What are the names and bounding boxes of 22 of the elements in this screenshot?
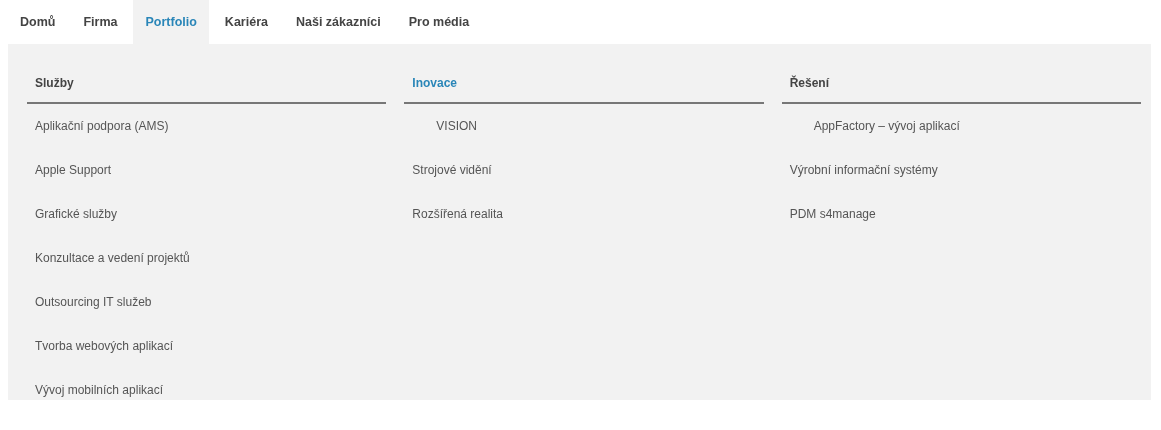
column-heading[interactable]: Inovace xyxy=(404,44,764,104)
menu-link[interactable]: Grafické služby xyxy=(27,206,126,250)
nav-tab[interactable]: Firma xyxy=(71,0,130,44)
menu-link[interactable]: Vývoj mobilních aplikací xyxy=(27,382,172,426)
nav-tab[interactable]: Domů xyxy=(8,0,68,44)
menu-link[interactable]: Konzultace a vedení projektů xyxy=(27,250,198,294)
menu-link[interactable]: Rozšířená realita xyxy=(404,206,512,250)
menu-link[interactable]: Apple Support xyxy=(27,162,120,206)
column-heading[interactable]: Služby xyxy=(27,44,387,104)
menu-link[interactable]: PDM s4manage xyxy=(781,206,884,250)
menu-link[interactable]: Strojové vidění xyxy=(404,162,500,206)
nav-tab[interactable]: Portfolio xyxy=(133,0,209,44)
menu-link[interactable]: Tvorba webových aplikací xyxy=(27,338,182,382)
nav-tab[interactable]: Naši zákazníci xyxy=(283,0,393,44)
menu-link[interactable]: VISION xyxy=(404,118,485,162)
column-heading[interactable]: Řešení xyxy=(781,44,1141,104)
nav-tab[interactable]: Pro média xyxy=(396,0,482,44)
menu-link[interactable]: Aplikační podpora (AMS) xyxy=(27,118,177,162)
nav-tab[interactable]: Kariéra xyxy=(212,0,280,44)
menu-link[interactable]: AppFactory – vývoj aplikací xyxy=(781,118,968,162)
menu-link[interactable]: Outsourcing IT služeb xyxy=(27,294,160,338)
menu-link[interactable]: Výrobní informační systémy xyxy=(781,162,946,206)
